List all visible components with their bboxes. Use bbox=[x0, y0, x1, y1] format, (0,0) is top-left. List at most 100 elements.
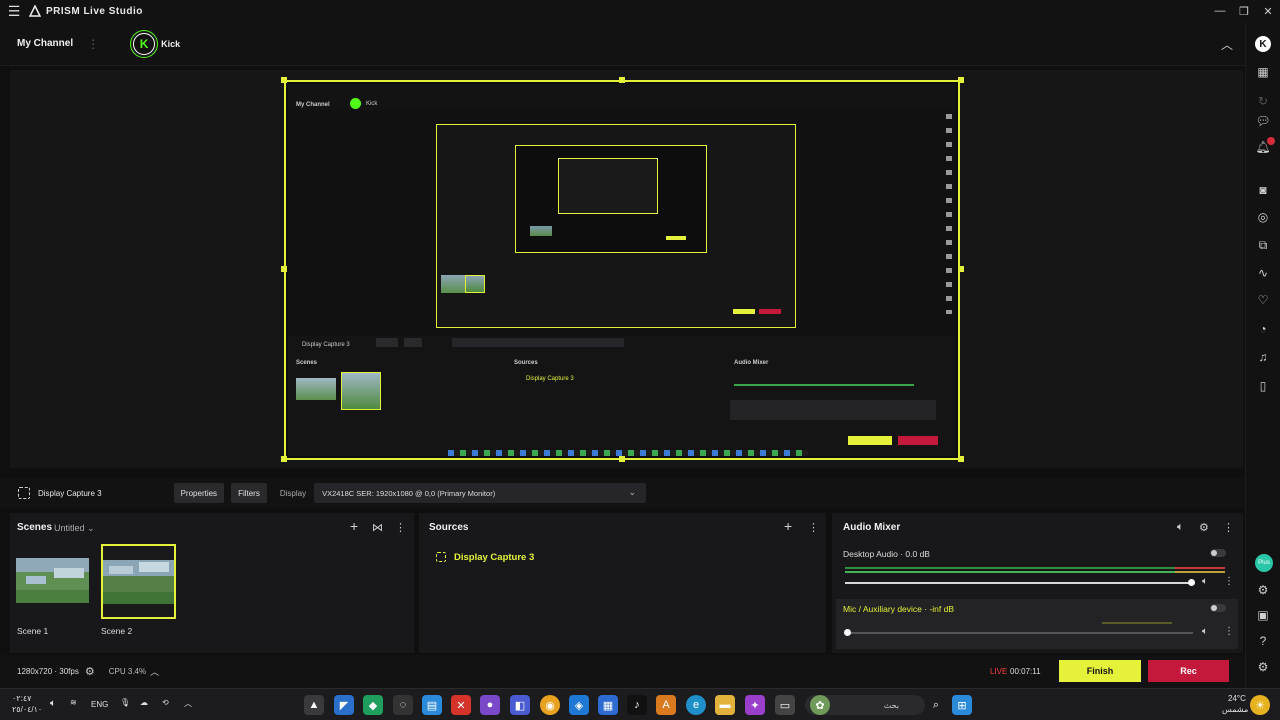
channel-more-icon[interactable]: ⋮ bbox=[87, 37, 99, 51]
weather-sun-icon[interactable]: ☀ bbox=[1250, 695, 1270, 715]
sticker-icon[interactable]: ◔ bbox=[1255, 321, 1271, 337]
desktop-audio-slider-knob[interactable] bbox=[1188, 579, 1195, 586]
taskbar-app7-icon[interactable]: ● bbox=[480, 695, 500, 715]
desktop-audio-slider[interactable] bbox=[845, 582, 1193, 584]
taskbar-app4-icon[interactable]: ◌ bbox=[393, 695, 413, 715]
cloud-icon[interactable]: ☁ bbox=[140, 698, 148, 707]
copy-icon[interactable]: ⧉ bbox=[1255, 237, 1271, 253]
taskbar-prism-icon[interactable]: ▲ bbox=[304, 695, 324, 715]
add-source-icon[interactable]: + bbox=[784, 518, 792, 534]
battery-icon[interactable]: ▯ bbox=[1255, 378, 1271, 394]
sync-icon[interactable]: ⟲ bbox=[162, 698, 169, 707]
my-channel-label[interactable]: My Channel bbox=[17, 38, 73, 49]
resize-handle-b[interactable] bbox=[619, 456, 625, 462]
plus-badge-icon[interactable]: Plus bbox=[1255, 554, 1273, 572]
taskbar-app2-icon[interactable]: ◤ bbox=[334, 695, 354, 715]
mic-audio-slider[interactable] bbox=[845, 632, 1193, 634]
taskbar-app8-icon[interactable]: ◧ bbox=[510, 695, 530, 715]
resize-handle-tr[interactable] bbox=[958, 77, 964, 83]
help-icon[interactable]: ? bbox=[1255, 633, 1271, 649]
chevron-up-icon[interactable]: ︿ bbox=[1221, 36, 1233, 53]
scene-collection-select[interactable]: Untitled ⌄ bbox=[54, 523, 95, 534]
maximize-icon[interactable]: ❐ bbox=[1232, 0, 1256, 22]
mic-audio-more-icon[interactable]: ⋮ bbox=[1224, 626, 1234, 637]
resize-handle-t[interactable] bbox=[619, 77, 625, 83]
scene-settings-icon[interactable]: ⚙ bbox=[1255, 582, 1271, 598]
speaker-icon[interactable]: 🔈︎ bbox=[1177, 521, 1184, 534]
heart-icon[interactable]: ♡ bbox=[1255, 292, 1271, 308]
kick-profile-icon[interactable]: K bbox=[1255, 36, 1271, 52]
filter-icon[interactable]: ∿ bbox=[1255, 265, 1271, 281]
music-icon[interactable]: ♫ bbox=[1255, 349, 1271, 365]
refresh-icon[interactable]: ↻ bbox=[1255, 93, 1271, 109]
transition-icon[interactable]: ⋈ bbox=[372, 521, 383, 534]
taskbar-notepad-icon[interactable]: ▤ bbox=[422, 695, 442, 715]
source-item-display-capture[interactable]: Display Capture 3 bbox=[454, 552, 534, 563]
scene-thumb-1[interactable] bbox=[16, 558, 89, 603]
scenes-more-icon[interactable]: ⋮ bbox=[395, 521, 406, 534]
captured-scene-thumb2 bbox=[341, 372, 381, 410]
mic-audio-toggle[interactable] bbox=[1210, 604, 1226, 612]
desktop-audio-toggle[interactable] bbox=[1210, 549, 1226, 557]
resize-handle-br[interactable] bbox=[958, 456, 964, 462]
live-timer: 00:07:11 bbox=[1010, 667, 1041, 676]
resize-handle-l[interactable] bbox=[281, 266, 287, 272]
search-icon[interactable]: ⌕ bbox=[926, 695, 946, 715]
close-icon[interactable]: ✕ bbox=[1256, 0, 1280, 22]
mic-audio-mute-icon[interactable]: 🔈︎ bbox=[1202, 626, 1208, 637]
resize-handle-bl[interactable] bbox=[281, 456, 287, 462]
gear-icon[interactable]: ⚙ bbox=[1199, 521, 1209, 534]
camera-icon[interactable]: ◙ bbox=[1255, 182, 1271, 198]
finish-button[interactable]: Finish bbox=[1059, 660, 1141, 682]
wifi-icon[interactable]: ≋ bbox=[70, 698, 77, 707]
resize-handle-tl[interactable] bbox=[281, 77, 287, 83]
taskbar-app10-icon[interactable]: ◈ bbox=[569, 695, 589, 715]
add-scene-icon[interactable]: + bbox=[350, 518, 358, 534]
taskbar-app3-icon[interactable]: ◆ bbox=[363, 695, 383, 715]
minimize-icon[interactable]: — bbox=[1208, 0, 1232, 22]
desktop-audio-more-icon[interactable]: ⋮ bbox=[1224, 576, 1234, 587]
mic-audio-slider-knob[interactable] bbox=[844, 629, 851, 636]
cpu-chevron-up-icon[interactable]: ︿ bbox=[150, 665, 159, 678]
taskbar-edge-icon[interactable]: e bbox=[686, 695, 706, 715]
resize-handle-r[interactable] bbox=[958, 266, 964, 272]
captured-sources-title: Sources bbox=[514, 360, 538, 366]
chat-icon[interactable]: 💬︎ bbox=[1255, 113, 1271, 129]
webcam-icon[interactable]: ◎ bbox=[1255, 209, 1271, 225]
captured-finish-btn bbox=[848, 436, 892, 445]
app-settings-icon[interactable]: ⚙ bbox=[1255, 659, 1271, 675]
taskbar-app13-icon[interactable]: A bbox=[656, 695, 676, 715]
hamburger-menu-icon[interactable]: ☰ bbox=[0, 0, 28, 22]
clock-date: ٢٥/٠٤/١٠ bbox=[12, 705, 43, 714]
taskbar-app6-icon[interactable]: ✕ bbox=[451, 695, 471, 715]
volume-icon[interactable]: 🔈︎ bbox=[50, 698, 56, 709]
scene-thumb-2[interactable] bbox=[101, 544, 176, 619]
captured-preview-level3 bbox=[515, 145, 707, 253]
mixer-more-icon[interactable]: ⋮ bbox=[1223, 521, 1234, 534]
rec-button[interactable]: Rec bbox=[1148, 660, 1229, 682]
taskbar-app16-icon[interactable]: ✦ bbox=[745, 695, 765, 715]
mic-audio-label: Mic / Auxiliary device · -inf dB bbox=[843, 604, 955, 614]
kick-channel-name[interactable]: Kick bbox=[161, 39, 180, 49]
scene-1-label: Scene 1 bbox=[17, 626, 49, 636]
display-capture-preview[interactable]: My Channel Kick Display Capture 3 Scenes bbox=[284, 80, 960, 460]
properties-button[interactable]: Properties bbox=[173, 483, 225, 503]
taskbar-files-icon[interactable]: ▬ bbox=[715, 695, 735, 715]
taskbar-chrome-icon[interactable]: ◉ bbox=[540, 695, 560, 715]
tray-chevron-up-icon[interactable]: ︿ bbox=[184, 698, 192, 709]
captured-finish-lvl2 bbox=[733, 309, 755, 314]
kick-channel-avatar[interactable]: K bbox=[131, 30, 158, 57]
filters-button[interactable]: Filters bbox=[231, 483, 267, 503]
taskbar-store-icon[interactable]: ▦ bbox=[598, 695, 618, 715]
taskbar-app17-icon[interactable]: ▭ bbox=[775, 695, 795, 715]
taskbar-tiktok-icon[interactable]: ♪ bbox=[627, 695, 647, 715]
mic-icon[interactable]: 🎙︎ bbox=[120, 698, 130, 707]
language-indicator[interactable]: ENG bbox=[91, 700, 108, 709]
windows-start-icon[interactable]: ⊞ bbox=[952, 695, 972, 715]
pip-icon[interactable]: ▣ bbox=[1255, 607, 1271, 623]
desktop-audio-mute-icon[interactable]: 🔈︎ bbox=[1202, 576, 1208, 587]
sources-more-icon[interactable]: ⋮ bbox=[808, 521, 819, 534]
settings-gear-icon[interactable]: ⚙ bbox=[85, 665, 95, 678]
layout-icon[interactable]: ▦ bbox=[1255, 64, 1271, 80]
display-select[interactable]: VX2418C SER: 1920x1080 @ 0,0 (Primary Mo… bbox=[314, 483, 647, 503]
